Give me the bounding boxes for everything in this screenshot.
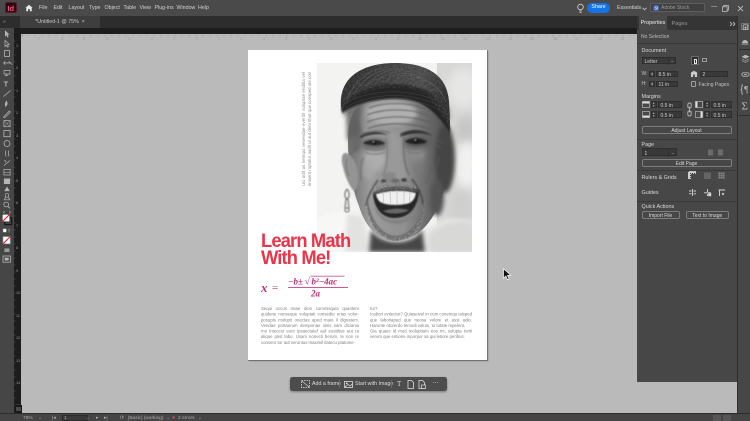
svg-text:√: √	[304, 277, 310, 288]
svg-text:6: 6	[61, 37, 63, 41]
svg-text:3: 3	[128, 37, 130, 41]
svg-text:4: 4	[285, 37, 287, 41]
svg-text:10: 10	[418, 37, 422, 41]
svg-text:Uci odit as nemqui venendae ev: Uci odit as nemqui venendae everitit vol…	[301, 72, 306, 186]
svg-text:17: 17	[575, 37, 579, 41]
svg-text:=: =	[272, 282, 278, 294]
svg-text:9: 9	[397, 37, 399, 41]
svg-text:7: 7	[352, 37, 354, 41]
svg-text:7: 7	[16, 224, 18, 228]
svg-text:12: 12	[463, 37, 467, 41]
svg-text:T: T	[4, 80, 9, 89]
svg-text:6: 6	[16, 201, 18, 205]
svg-text:9: 9	[16, 269, 18, 273]
svg-text:2a: 2a	[310, 289, 321, 299]
svg-text:13: 13	[16, 359, 20, 363]
svg-text:5: 5	[16, 179, 18, 183]
svg-text:1: 1	[16, 44, 18, 48]
svg-text:2: 2	[16, 111, 18, 115]
svg-text:14: 14	[16, 381, 20, 385]
svg-text:10: 10	[16, 291, 20, 295]
svg-text:4: 4	[106, 37, 108, 41]
svg-text:T: T	[8, 229, 11, 234]
svg-text:18: 18	[598, 37, 602, 41]
svg-text:12: 12	[16, 336, 20, 340]
svg-text:4: 4	[16, 156, 18, 160]
svg-text:0: 0	[196, 37, 198, 41]
svg-text:15: 15	[530, 37, 534, 41]
svg-text:Σ: Σ	[741, 101, 747, 112]
svg-text:x: x	[261, 280, 268, 295]
svg-text:8: 8	[16, 246, 18, 250]
svg-text:2: 2	[151, 37, 153, 41]
svg-text:7: 7	[38, 37, 40, 41]
svg-text:19: 19	[620, 37, 624, 41]
svg-text:16: 16	[553, 37, 557, 41]
svg-text:St: St	[654, 6, 659, 11]
svg-text:3: 3	[16, 134, 18, 138]
svg-text:5: 5	[83, 37, 85, 41]
svg-text:1: 1	[173, 37, 175, 41]
svg-text:enisent ruptatur audit ut aut: enisent ruptatur audit ut aut dero tibut…	[307, 71, 312, 186]
svg-text:6: 6	[330, 37, 332, 41]
svg-text:5: 5	[308, 37, 310, 41]
svg-text:¶: ¶	[744, 85, 749, 95]
svg-text:2: 2	[240, 37, 242, 41]
svg-text:1: 1	[16, 89, 18, 93]
svg-text:3: 3	[263, 37, 265, 41]
svg-text:11: 11	[441, 37, 445, 41]
svg-text:13: 13	[486, 37, 490, 41]
svg-text:1: 1	[218, 37, 220, 41]
svg-text:−b±: −b±	[288, 277, 303, 287]
svg-text:11: 11	[16, 314, 20, 318]
svg-text:14: 14	[508, 37, 512, 41]
svg-text:8: 8	[375, 37, 377, 41]
svg-text:0: 0	[16, 66, 18, 70]
svg-text:b²−4ac: b²−4ac	[311, 277, 337, 287]
